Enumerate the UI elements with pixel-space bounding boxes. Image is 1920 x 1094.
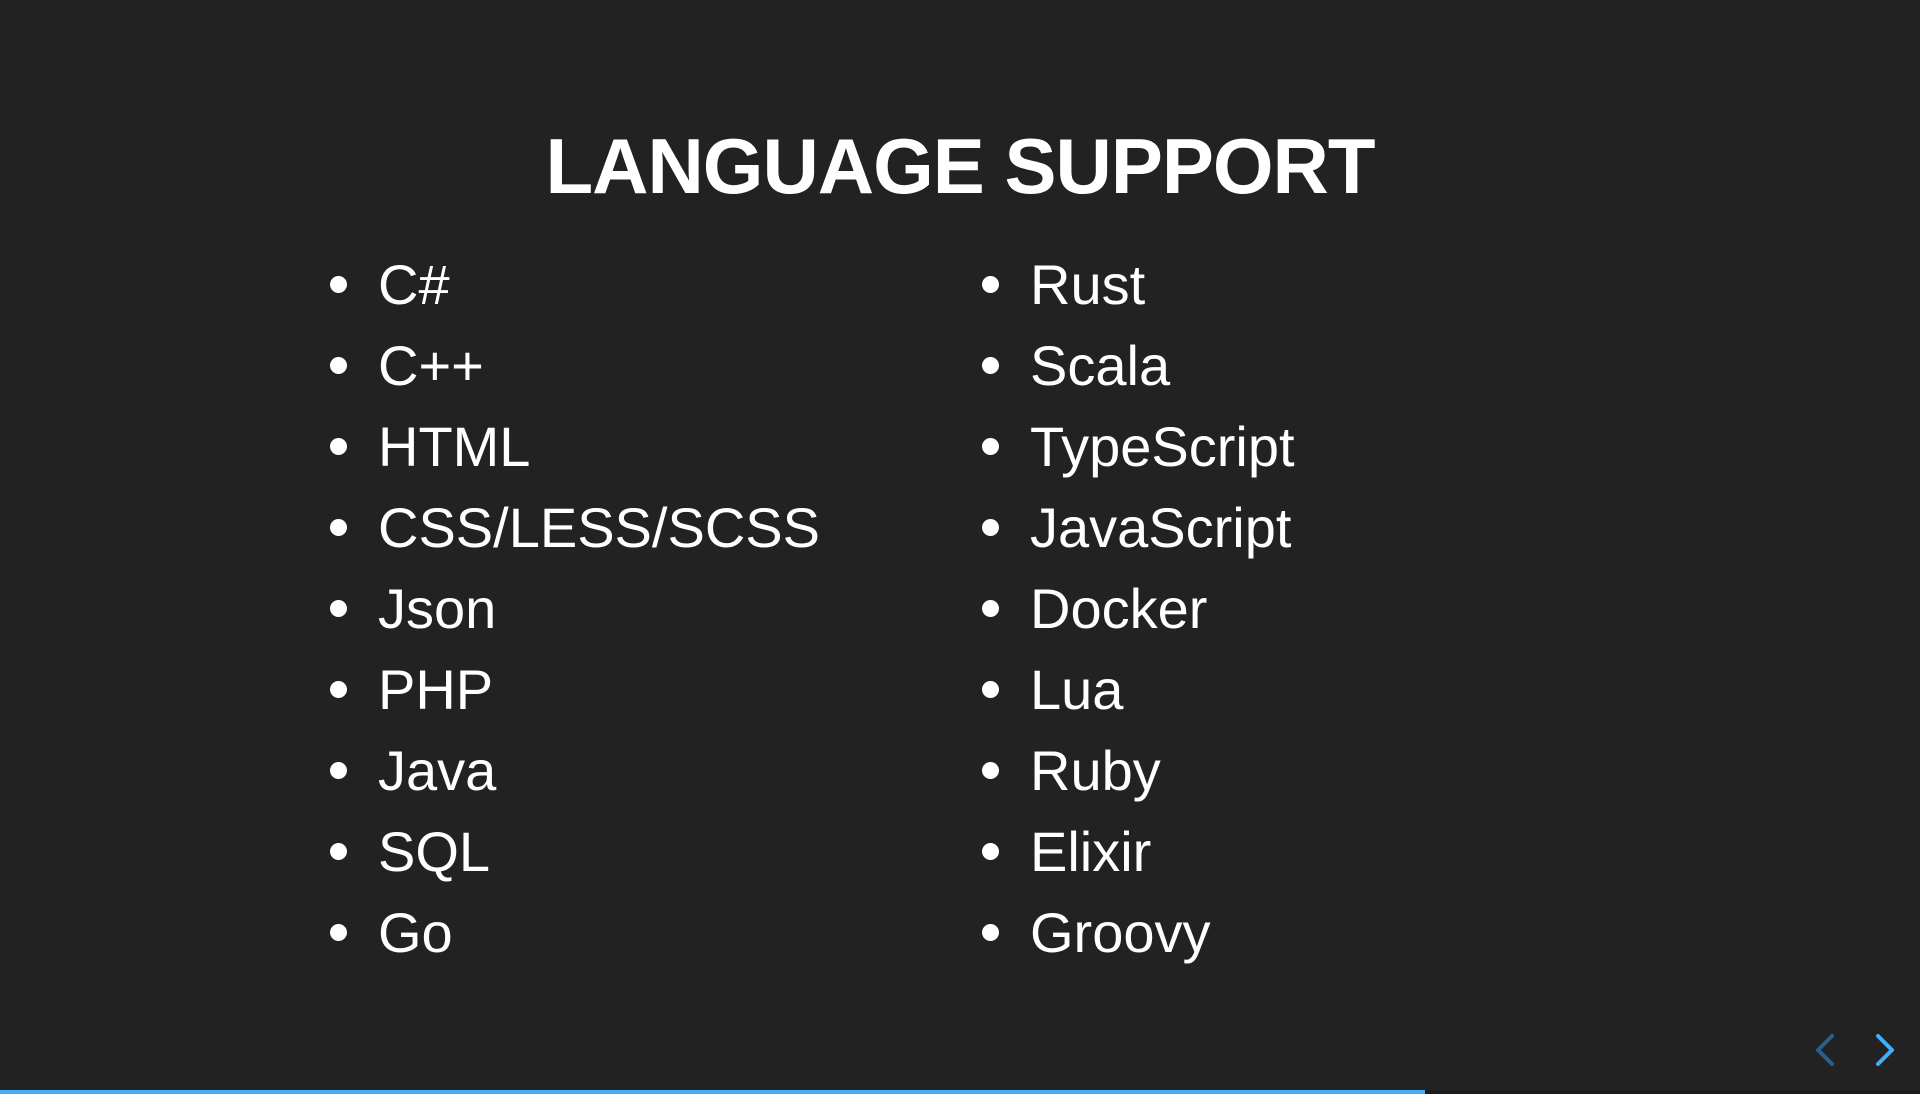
language-label: Rust (1030, 253, 1146, 316)
language-label: Json (378, 577, 497, 640)
language-label: CSS/LESS/SCSS (378, 496, 820, 559)
language-label: Docker (1030, 577, 1208, 640)
language-item: Json (330, 568, 820, 649)
language-label: SQL (378, 820, 491, 883)
language-item: Docker (982, 568, 1295, 649)
language-label: PHP (378, 658, 494, 721)
language-label: JavaScript (1030, 496, 1292, 559)
language-label: Groovy (1030, 901, 1211, 964)
bullet-icon (330, 843, 347, 860)
chevron-left-icon (1816, 1034, 1834, 1066)
language-item: TypeScript (982, 406, 1295, 487)
bullet-icon (982, 600, 999, 617)
bullet-icon (330, 357, 347, 374)
progress-bar (0, 1090, 1920, 1094)
bullet-icon (330, 681, 347, 698)
bullet-icon (982, 519, 999, 536)
bullet-icon (982, 843, 999, 860)
slide: LANGUAGE SUPPORT C# C++ HTML CSS/LESS/SCSS J… (0, 0, 1920, 1094)
bullet-icon (330, 519, 347, 536)
language-item: SQL (330, 811, 820, 892)
language-item: PHP (330, 649, 820, 730)
language-label: Go (378, 901, 453, 964)
language-item: Elixir (982, 811, 1295, 892)
bullet-icon (330, 924, 347, 941)
language-item: C# (330, 244, 820, 325)
language-list-right: Rust Scala TypeScript JavaScript Docker Lua Ru… (982, 244, 1295, 973)
language-label: Lua (1030, 658, 1124, 721)
language-label: Elixir (1030, 820, 1152, 883)
language-label: TypeScript (1030, 415, 1295, 478)
bullet-icon (982, 681, 999, 698)
language-item: CSS/LESS/SCSS (330, 487, 820, 568)
language-item: C++ (330, 325, 820, 406)
navigation-controls (1806, 1028, 1906, 1072)
language-item: Lua (982, 649, 1295, 730)
bullet-icon (330, 438, 347, 455)
language-label: C# (378, 253, 450, 316)
bullet-icon (330, 600, 347, 617)
progress-bar-fill (0, 1090, 1425, 1094)
language-item: Groovy (982, 892, 1295, 973)
bullet-icon (982, 438, 999, 455)
language-item: Rust (982, 244, 1295, 325)
bullet-icon (982, 924, 999, 941)
language-label: Ruby (1030, 739, 1161, 802)
prev-slide-button[interactable] (1806, 1028, 1850, 1072)
bullet-icon (330, 762, 347, 779)
next-slide-button[interactable] (1860, 1028, 1904, 1072)
language-item: Ruby (982, 730, 1295, 811)
slide-title: LANGUAGE SUPPORT (545, 122, 1375, 210)
language-label: HTML (378, 415, 531, 478)
language-label: Scala (1030, 334, 1171, 397)
language-label: C++ (378, 334, 484, 397)
language-item: Go (330, 892, 820, 973)
language-item: HTML (330, 406, 820, 487)
language-list-left: C# C++ HTML CSS/LESS/SCSS Json PHP Java SQL Go (330, 244, 820, 973)
bullet-icon (982, 762, 999, 779)
language-label: Java (378, 739, 497, 802)
language-item: Scala (982, 325, 1295, 406)
language-item: Java (330, 730, 820, 811)
chevron-right-icon (1876, 1034, 1894, 1066)
bullet-icon (330, 276, 347, 293)
bullet-icon (982, 276, 999, 293)
language-item: JavaScript (982, 487, 1295, 568)
bullet-icon (982, 357, 999, 374)
